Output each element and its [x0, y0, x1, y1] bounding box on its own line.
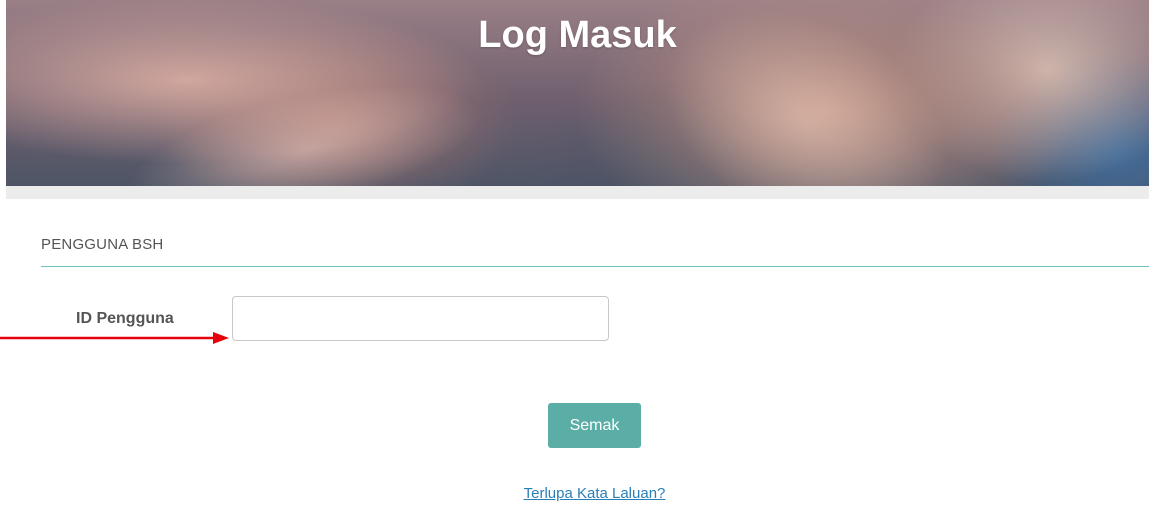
right-arrow-icon [0, 332, 229, 344]
login-page: Log Masuk PENGGUNA BSH ID Pengguna Semak… [0, 0, 1149, 508]
user-id-input[interactable] [232, 296, 609, 341]
page-title: Log Masuk [478, 14, 677, 56]
hero-banner: Log Masuk [6, 0, 1149, 186]
forgot-password-link[interactable]: Terlupa Kata Laluan? [484, 485, 666, 502]
forgot-password-row: Terlupa Kata Laluan? [0, 485, 1149, 502]
check-button[interactable]: Semak [548, 403, 641, 448]
section-title: PENGGUNA BSH [41, 236, 164, 253]
hero-divider-strip [6, 186, 1149, 199]
user-id-label: ID Pengguna [76, 310, 174, 327]
section-divider [41, 266, 1149, 267]
